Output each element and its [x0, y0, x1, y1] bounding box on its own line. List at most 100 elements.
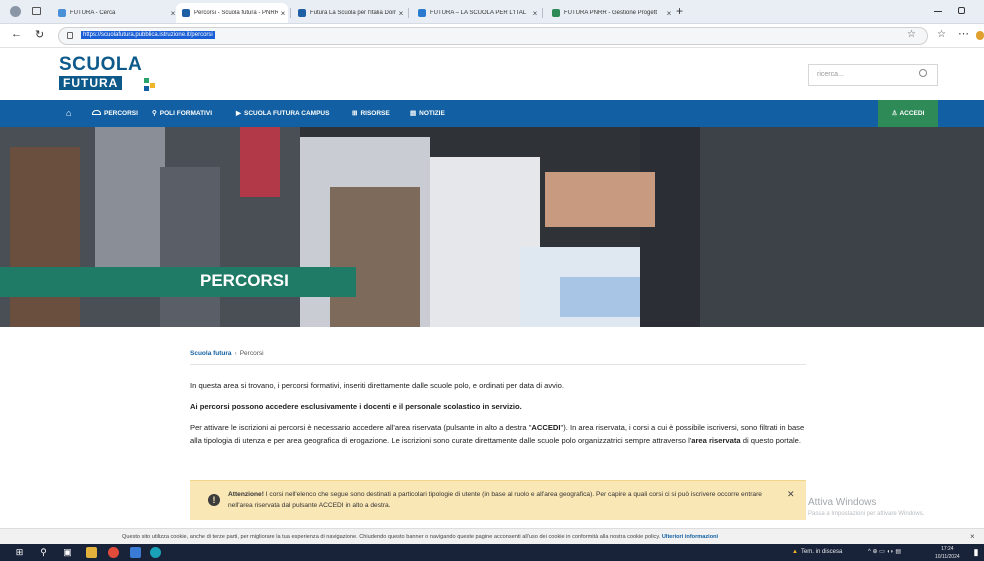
- divider: [190, 364, 806, 365]
- address-toolbar: ← ↻ https://scuolafutura.pubblica.istruz…: [0, 24, 984, 48]
- breadcrumb-current: Percorsi: [239, 350, 264, 357]
- logo-scuola[interactable]: SCUOLA: [59, 54, 142, 76]
- edge-icon[interactable]: [150, 547, 161, 558]
- alert-text: Attenzione! I corsi nell'elenco che segu…: [228, 489, 768, 511]
- poli-icon: ⚲: [152, 110, 157, 117]
- tab-title: FUTURA PNRR - Gestione Progett: [564, 10, 658, 16]
- browser-tab[interactable]: Futura La Scuola per l'Italia Domá ×: [292, 3, 406, 23]
- restore-icon[interactable]: [958, 7, 965, 14]
- cookie-text: Questo sito utilizza cookie, anche di te…: [122, 529, 718, 545]
- page-title: PERCORSI: [200, 271, 289, 290]
- tab-title: Percorsi - Scuola futura - PNRR: [194, 10, 278, 16]
- notizie-icon: ▤: [410, 110, 417, 117]
- nav-item-poli-formativi[interactable]: ⚲ POLI FORMATIVI: [152, 100, 212, 127]
- tab-separator: [542, 8, 543, 18]
- refresh-icon[interactable]: ↻: [35, 28, 44, 41]
- instructions-part: di questo portale.: [740, 436, 802, 445]
- address-bar[interactable]: https://scuolafutura.pubblica.istruzione…: [58, 27, 928, 45]
- instructions-text: Per attivare le iscrizioni ai percorsi è…: [190, 421, 818, 447]
- tab-separator: [408, 8, 409, 18]
- search-icon[interactable]: [919, 69, 927, 77]
- file-explorer-icon[interactable]: [86, 547, 97, 558]
- start-icon[interactable]: ⊞: [14, 547, 25, 558]
- notifications-icon[interactable]: ▮: [972, 547, 980, 558]
- nav-item-percorsi[interactable]: PERCORSI: [92, 100, 138, 127]
- cookie-close-button[interactable]: ×: [970, 529, 975, 545]
- activation-watermark-hint: Passa a Impostazioni per attivare Window…: [808, 511, 925, 517]
- tab-close-icon[interactable]: ×: [396, 9, 406, 18]
- instructions-accedi: ACCEDI: [531, 423, 561, 432]
- nav-label: SCUOLA FUTURA CAMPUS: [244, 110, 330, 117]
- home-icon[interactable]: ⌂: [66, 100, 71, 127]
- nav-item-risorse[interactable]: ⊞ RISORSE: [352, 100, 390, 127]
- more-icon[interactable]: ⋯: [958, 27, 969, 40]
- tab-close-icon[interactable]: ×: [530, 9, 540, 18]
- percorsi-icon: [92, 110, 101, 115]
- instructions-part: Per attivare le iscrizioni ai percorsi è…: [190, 423, 532, 432]
- back-icon[interactable]: ←: [11, 28, 22, 40]
- task-view-icon[interactable]: ▣: [62, 547, 73, 558]
- tab-separator: [290, 8, 291, 18]
- breadcrumb-home[interactable]: Scuola futura: [190, 350, 232, 357]
- site-header: SCUOLA FUTURA ricerca...: [0, 48, 984, 100]
- screen: FUTURA - Cerca × Percorsi - Scuola futura …: [0, 0, 984, 561]
- url-text[interactable]: https://scuolafutura.pubblica.istruzione…: [81, 31, 215, 39]
- browser-tab[interactable]: FUTURA - Cerca ×: [52, 3, 178, 23]
- login-label: ACCEDI: [899, 110, 925, 117]
- chrome-icon[interactable]: [108, 547, 119, 558]
- nav-item-campus[interactable]: ▶ SCUOLA FUTURA CAMPUS: [236, 100, 329, 127]
- app-icon[interactable]: [130, 547, 141, 558]
- lock-icon[interactable]: [67, 32, 73, 39]
- nav-label: PERCORSI: [104, 110, 138, 117]
- tab-favicon-icon: [182, 9, 190, 17]
- hero-title-band: [0, 267, 356, 297]
- risorse-icon: ⊞: [352, 110, 358, 117]
- tab-favicon-icon: [552, 9, 560, 17]
- breadcrumb-separator: ›: [234, 350, 237, 357]
- tab-title: Futura La Scuola per l'Italia Domá: [310, 10, 396, 16]
- workspaces-icon[interactable]: [32, 7, 41, 15]
- clock-date: 10/11/2024: [935, 554, 960, 560]
- user-icon: ♙: [891, 110, 898, 117]
- minimize-icon[interactable]: [934, 11, 942, 12]
- search-taskbar-icon[interactable]: ⚲: [38, 547, 49, 558]
- intro-text: In questa area si trovano, i percorsi fo…: [190, 381, 564, 390]
- weather-status[interactable]: ▲ Tem. in discesa: [792, 544, 842, 561]
- hero-banner: PERCORSI: [0, 127, 984, 327]
- tab-favicon-icon: [298, 9, 306, 17]
- tab-title: FUTURA – LA SCUOLA PER L'ITAL: [430, 10, 527, 16]
- cookie-more-link[interactable]: Ulteriori informazioni: [662, 534, 718, 540]
- campus-icon: ▶: [236, 110, 241, 117]
- tray-icons[interactable]: ^ ⊕ ▭ ◖◗ ▤: [868, 544, 901, 561]
- tab-favicon-icon: [58, 9, 66, 17]
- favorites-icon[interactable]: ☆: [937, 29, 946, 40]
- nav-label: NOTIZIE: [419, 110, 445, 117]
- favorite-star-icon[interactable]: ☆: [907, 29, 916, 40]
- alert-body: I corsi nell'elenco che segue sono desti…: [228, 491, 762, 509]
- nav-label: POLI FORMATIVI: [159, 110, 213, 117]
- login-button[interactable]: ♙ ACCEDI: [878, 100, 938, 127]
- cookie-banner: Questo sito utilizza cookie, anche di te…: [0, 528, 984, 544]
- tab-close-icon[interactable]: ×: [664, 9, 674, 18]
- tab-favicon-icon: [418, 9, 426, 17]
- browser-tab[interactable]: FUTURA – LA SCUOLA PER L'ITAL ×: [412, 3, 540, 23]
- alert-close-button[interactable]: ✕: [787, 489, 795, 500]
- instructions-area: area riservata: [691, 436, 741, 445]
- access-note-text: Ai percorsi possono accedere esclusivame…: [190, 402, 522, 411]
- clock[interactable]: 17:24 10/11/2024: [935, 545, 960, 561]
- logo-mark-icon: [144, 86, 149, 91]
- main-nav: ⌂ PERCORSI ⚲ POLI FORMATIVI ▶ SCUOLA FUTUR…: [0, 100, 984, 127]
- access-note: Ai percorsi possono accedere esclusivame…: [190, 400, 830, 413]
- breadcrumb: Scuola futura › Percorsi: [190, 350, 264, 357]
- new-tab-button[interactable]: +: [676, 4, 683, 18]
- weather-text: Tem. in discesa: [800, 549, 843, 555]
- nav-item-notizie[interactable]: ▤ NOTIZIE: [410, 100, 445, 127]
- profile-icon[interactable]: [10, 6, 21, 17]
- browser-tab[interactable]: FUTURA PNRR - Gestione Progett ×: [546, 3, 674, 23]
- browser-tab[interactable]: Percorsi - Scuola futura - PNRR ×: [176, 3, 288, 23]
- tab-close-icon[interactable]: ×: [278, 9, 288, 18]
- search-input[interactable]: ricerca...: [808, 64, 938, 86]
- copilot-icon[interactable]: [976, 31, 984, 40]
- weather-icon: ▲: [792, 549, 798, 555]
- logo-futura[interactable]: FUTURA: [59, 76, 123, 90]
